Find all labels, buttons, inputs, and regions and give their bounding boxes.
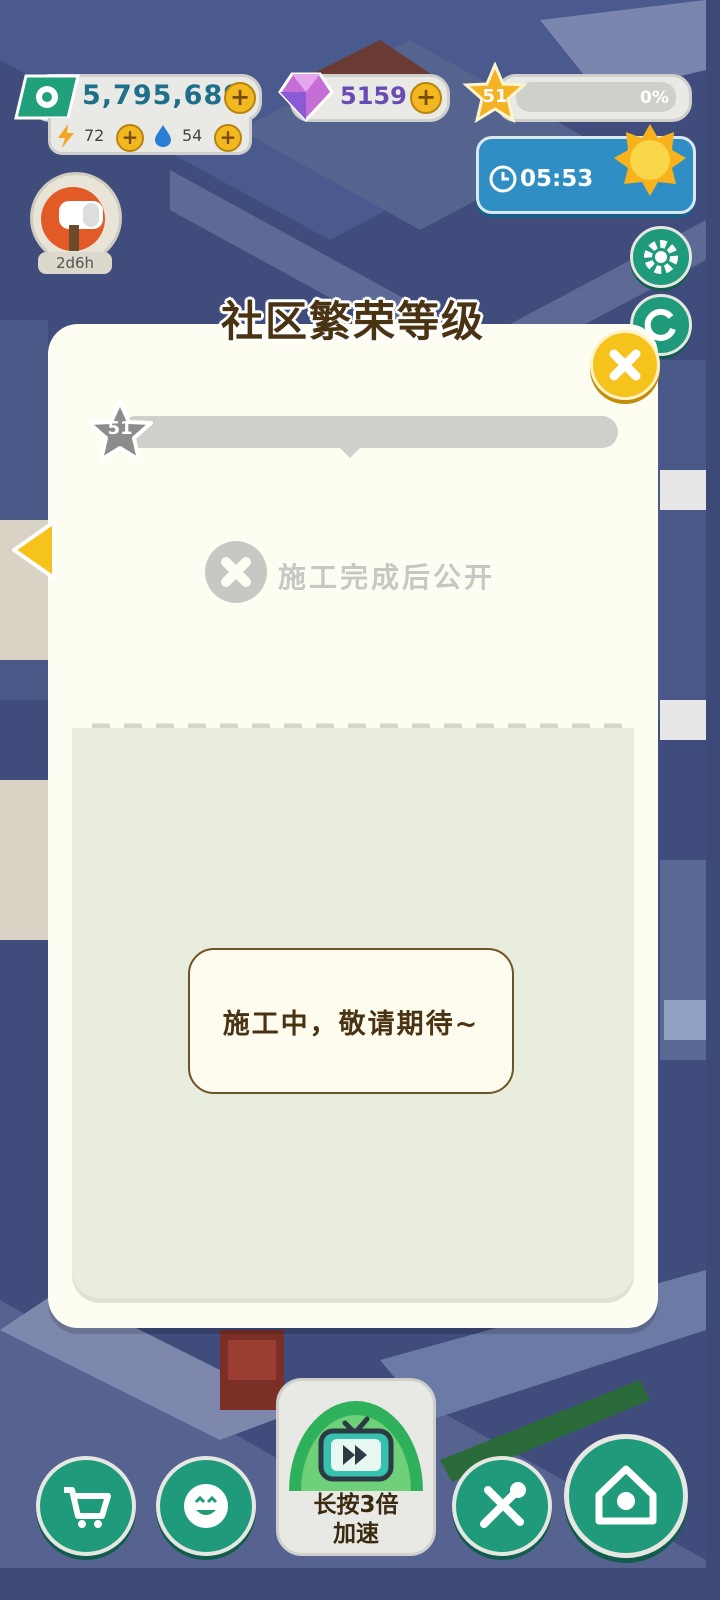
close-icon [609, 349, 641, 381]
water-drop-icon [155, 125, 171, 147]
worker-timer-text: 2d6h [55, 254, 95, 272]
prosperity-progress-track [120, 416, 618, 448]
speed-up-line1: 长按3倍 [313, 1492, 399, 1518]
tools-icon [480, 1482, 526, 1528]
cash-icon [14, 74, 80, 120]
prosperity-level-value: 51 [107, 418, 133, 439]
settings-button[interactable] [630, 226, 692, 288]
energy-icon [58, 124, 74, 148]
worker-avatar[interactable] [30, 172, 122, 264]
add-water-button[interactable]: + [214, 124, 242, 152]
shop-button[interactable] [36, 1456, 136, 1556]
add-gem-button[interactable]: + [410, 82, 442, 114]
energy-value: 72 [84, 126, 105, 145]
close-button[interactable] [590, 330, 660, 400]
build-tools-button[interactable] [452, 1456, 552, 1556]
lock-x-icon [205, 541, 267, 603]
add-cash-button[interactable]: + [224, 82, 256, 114]
speed-up-label: 长按3倍 加速 [279, 1491, 433, 1549]
construction-notice-text: 施工中，敬请期待~ [222, 1009, 480, 1040]
cart-icon [64, 1487, 111, 1528]
player-level-value: 51 [482, 86, 508, 107]
speed-up-button[interactable]: 长按3倍 加速 [276, 1378, 436, 1556]
progress-pointer-icon [338, 446, 362, 458]
water-value: 54 [182, 126, 203, 145]
smile-icon [184, 1484, 228, 1528]
gem-icon [278, 72, 334, 122]
locked-reward-text: 施工完成后公开 [278, 561, 496, 594]
player-level-percent: 0% [640, 88, 669, 108]
gear-icon [644, 240, 678, 274]
tv-fast-forward-icon [318, 1416, 394, 1482]
cash-value: 5,795,689 [82, 80, 244, 111]
home-edit-button[interactable] [564, 1434, 688, 1558]
worker-portrait-icon [41, 187, 105, 251]
clock-icon [489, 165, 517, 193]
social-button[interactable] [156, 1456, 256, 1556]
speed-up-line2: 加速 [333, 1521, 379, 1547]
gem-value: 5159 [340, 82, 407, 110]
locked-reward: 施工完成后公开 [204, 540, 544, 606]
construction-notice: 施工中，敬请期待~ [188, 948, 514, 1094]
chevron-left-icon[interactable] [10, 518, 60, 582]
event-timer-text: 05:53 [520, 166, 594, 192]
sun-icon [614, 124, 686, 196]
add-energy-button[interactable]: + [116, 124, 144, 152]
home-wrench-icon [595, 1465, 657, 1525]
